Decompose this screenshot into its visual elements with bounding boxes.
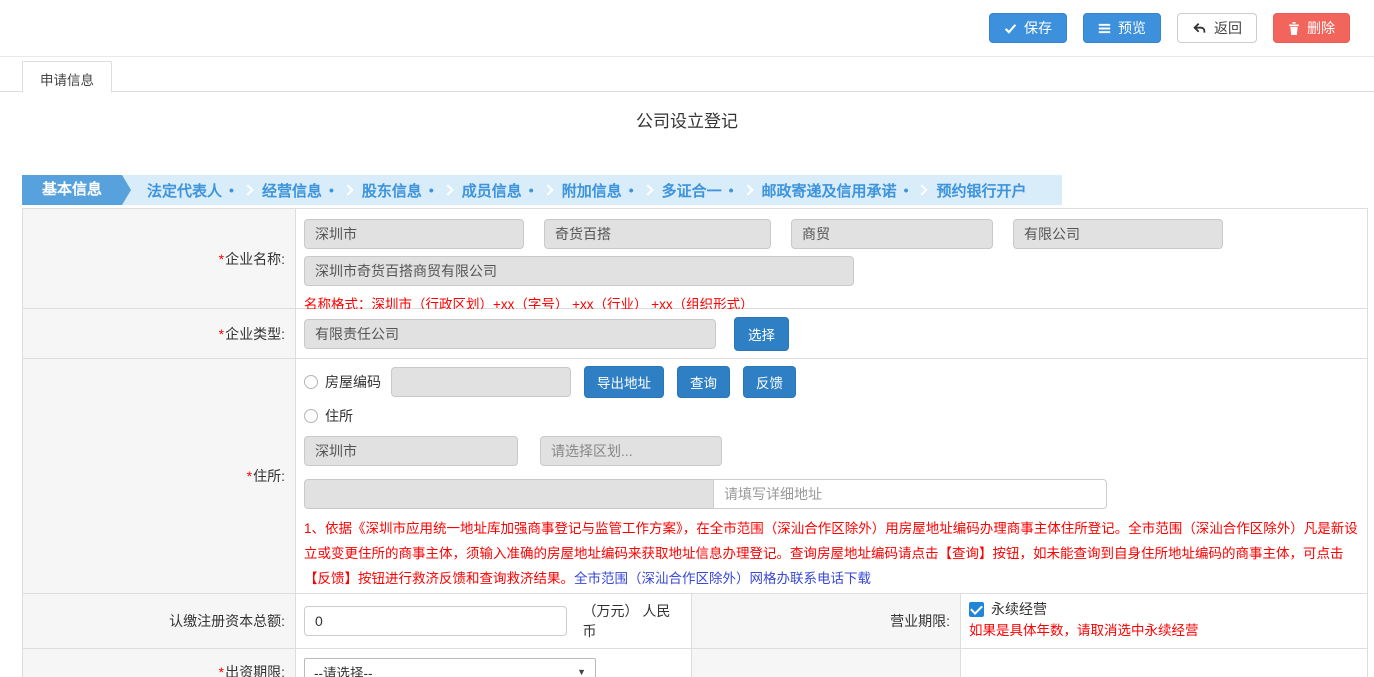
select-type-button[interactable]: 选择 xyxy=(734,317,789,351)
registered-capital-label: 认缴注册资本总额: xyxy=(23,594,296,648)
page-title: 公司设立登记 xyxy=(0,107,1374,132)
trade-name-input[interactable] xyxy=(544,219,771,249)
step-bullet-icon: • xyxy=(629,182,634,198)
chevron-separator-icon xyxy=(642,184,653,195)
step-basic-info[interactable]: 基本信息 xyxy=(22,175,122,205)
perpetual-checkbox[interactable] xyxy=(969,602,984,617)
required-mark: * xyxy=(247,468,252,484)
perpetual-checkbox-label: 永续经营 xyxy=(991,599,1047,619)
contribution-term-label: * 出资期限: xyxy=(23,649,296,677)
step-basic-info-label: 基本信息 xyxy=(42,181,102,198)
step-bank-appointment[interactable]: 预约银行开户 xyxy=(927,180,1035,201)
business-term-note: 如果是具体年数，请取消选中永续经营 xyxy=(969,621,1359,641)
step-bullet-icon: • xyxy=(729,182,734,198)
chevron-separator-icon xyxy=(442,184,453,195)
city-input[interactable] xyxy=(304,436,518,466)
feedback-button[interactable]: 反馈 xyxy=(743,366,796,398)
step-label: 股东信息 xyxy=(362,180,422,201)
house-code-radio[interactable] xyxy=(304,375,318,389)
address-note-1: 1、依据《深圳市应用统一地址库加强商事登记与监管工作方案》，在全市范围（深汕合作… xyxy=(304,516,1359,591)
tab-bar: 申请信息 xyxy=(0,57,1374,92)
full-name-input[interactable] xyxy=(304,256,854,286)
top-toolbar: 保存 预览 返回 删除 xyxy=(0,0,1374,57)
company-type-row: * 企业类型: 选择 xyxy=(23,309,1367,359)
detail-address-input[interactable] xyxy=(713,479,1107,509)
step-label: 附加信息 xyxy=(562,180,622,201)
empty-content-cell xyxy=(961,649,1367,677)
step-bullet-icon: • xyxy=(329,182,334,198)
back-button-label: 返回 xyxy=(1214,21,1242,35)
business-term-label: 营业期限: xyxy=(691,594,961,648)
chevron-separator-icon xyxy=(242,184,253,195)
delete-button[interactable]: 删除 xyxy=(1273,13,1350,43)
district-select[interactable] xyxy=(540,436,722,466)
required-mark: * xyxy=(219,326,224,342)
preview-button-label: 预览 xyxy=(1118,21,1146,35)
trash-icon xyxy=(1288,22,1300,35)
back-button[interactable]: 返回 xyxy=(1177,13,1257,43)
export-address-button[interactable]: 导出地址 xyxy=(584,366,664,398)
step-bullet-icon: • xyxy=(229,182,234,198)
save-button[interactable]: 保存 xyxy=(989,13,1067,43)
address-label: * 住所: xyxy=(23,359,296,593)
step-additional-info[interactable]: 附加信息 • xyxy=(553,180,643,201)
back-arrow-icon xyxy=(1192,22,1207,35)
step-shareholder-info[interactable]: 股东信息 • xyxy=(353,180,443,201)
capital-input[interactable] xyxy=(304,606,567,636)
region-input[interactable] xyxy=(304,219,524,249)
residence-radio-label: 住所 xyxy=(325,406,353,426)
step-multi-cert[interactable]: 多证合一 • xyxy=(653,180,743,201)
check-icon xyxy=(1004,22,1017,35)
step-bullet-icon: • xyxy=(429,182,434,198)
company-type-input[interactable] xyxy=(304,319,716,349)
chevron-separator-icon xyxy=(342,184,353,195)
step-label: 多证合一 xyxy=(662,180,722,201)
step-member-info[interactable]: 成员信息 • xyxy=(453,180,543,201)
step-label: 成员信息 xyxy=(462,180,522,201)
capital-unit: （万元） 人民币 xyxy=(583,601,683,641)
street-input[interactable] xyxy=(304,479,714,509)
basic-info-form: * 企业名称: 名称格式：深圳市（行政区划）+xx（字号） +xx（行业） +x… xyxy=(22,208,1368,677)
step-label: 预约银行开户 xyxy=(936,180,1026,201)
tab-application-info-label: 申请信息 xyxy=(40,73,94,88)
address-row: * 住所: 房屋编码 导出地址 查询 反馈 住所 xyxy=(23,359,1367,594)
step-label: 邮政寄递及信用承诺 xyxy=(762,180,897,201)
industry-input[interactable] xyxy=(791,219,993,249)
step-wizard: 基本信息 法定代表人 • 经营信息 • 股东信息 • 成员信息 • 附加信息 •… xyxy=(22,175,1062,205)
required-mark: * xyxy=(219,251,224,267)
residence-radio[interactable] xyxy=(304,409,318,423)
contribution-term-select[interactable]: --请选择-- ▼ xyxy=(304,658,596,677)
org-form-input[interactable] xyxy=(1013,219,1223,249)
query-button[interactable]: 查询 xyxy=(677,366,730,398)
delete-button-label: 删除 xyxy=(1307,21,1335,35)
grid-office-phone-link[interactable]: 全市范围（深汕合作区除外）网格办联系电话下载 xyxy=(574,571,871,586)
step-business-info[interactable]: 经营信息 • xyxy=(253,180,343,201)
step-label: 经营信息 xyxy=(262,180,322,201)
contribution-term-row: * 出资期限: --请选择-- ▼ xyxy=(23,649,1367,677)
company-name-row: * 企业名称: 名称格式：深圳市（行政区划）+xx（字号） +xx（行业） +x… xyxy=(23,209,1367,309)
house-code-input[interactable] xyxy=(391,367,571,397)
chevron-separator-icon xyxy=(742,184,753,195)
step-bullet-icon: • xyxy=(529,182,534,198)
empty-label-cell xyxy=(691,649,961,677)
chevron-separator-icon xyxy=(542,184,553,195)
preview-button[interactable]: 预览 xyxy=(1083,13,1161,43)
step-bullet-icon: • xyxy=(904,182,909,198)
step-legal-representative[interactable]: 法定代表人 • xyxy=(138,180,243,201)
chevron-separator-icon xyxy=(917,184,928,195)
company-type-label: * 企业类型: xyxy=(23,309,296,358)
step-postal-credit[interactable]: 邮政寄递及信用承诺 • xyxy=(753,180,918,201)
step-label: 法定代表人 xyxy=(147,180,222,201)
required-mark: * xyxy=(219,664,224,677)
list-icon xyxy=(1098,22,1111,35)
save-button-label: 保存 xyxy=(1024,21,1052,35)
company-name-label: * 企业名称: xyxy=(23,209,296,308)
tab-application-info[interactable]: 申请信息 xyxy=(22,61,112,93)
house-code-radio-label: 房屋编码 xyxy=(325,372,381,392)
dropdown-arrow-icon: ▼ xyxy=(577,667,586,677)
capital-term-row: 认缴注册资本总额: （万元） 人民币 营业期限: 永续经营 如果是具体年数，请取… xyxy=(23,594,1367,649)
